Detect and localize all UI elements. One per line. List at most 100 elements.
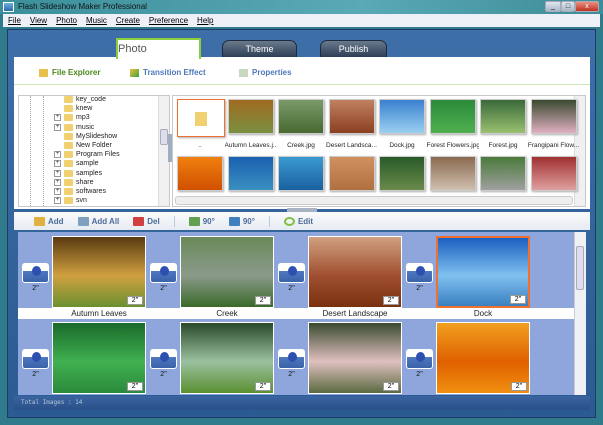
slide-duration[interactable]: 2" <box>255 296 271 305</box>
globe-icon <box>32 266 41 276</box>
slide-duration[interactable]: 2" <box>511 382 527 391</box>
thumbnail-label: Autumn Leaves.j... <box>224 142 277 149</box>
slide[interactable]: 2" <box>180 236 274 308</box>
add-button[interactable]: Add <box>34 216 64 226</box>
image-thumbnail[interactable] <box>177 156 223 191</box>
add-all-button[interactable]: Add All <box>77 216 119 226</box>
expand-icon[interactable]: + <box>54 169 61 177</box>
subtab-file-explorer[interactable]: File Explorer <box>39 68 100 77</box>
expand-icon[interactable]: + <box>54 160 61 168</box>
delete-button[interactable]: Del <box>133 216 160 226</box>
transition-icon[interactable] <box>406 349 433 369</box>
expand-icon[interactable]: + <box>54 151 61 159</box>
image-thumbnail[interactable] <box>429 99 476 134</box>
subtab-label: File Explorer <box>52 68 101 77</box>
menu-view[interactable]: View <box>30 14 47 27</box>
tab-theme[interactable]: Theme <box>222 40 297 58</box>
menu-photo[interactable]: Photo <box>56 14 77 27</box>
slide-duration[interactable]: 2" <box>383 382 399 391</box>
transition-icon[interactable] <box>150 349 177 369</box>
image-thumbnail[interactable] <box>530 99 577 134</box>
menu-preference[interactable]: Preference <box>149 14 188 27</box>
image-thumbnail[interactable] <box>480 99 526 134</box>
slide[interactable]: 2" <box>180 322 274 394</box>
menu-file[interactable]: File <box>8 14 21 27</box>
scroll-thumb[interactable] <box>576 246 584 290</box>
image-thumbnail[interactable] <box>480 156 526 191</box>
storyboard-scrollbar[interactable] <box>574 232 586 395</box>
total-images: Total Images : 14 <box>21 399 83 406</box>
slide[interactable]: 2" <box>52 322 146 394</box>
slide[interactable]: 2" <box>52 236 146 308</box>
thumbnail-label: Forest Flowers.jpg <box>426 142 479 149</box>
folder-icon <box>64 114 73 122</box>
slide[interactable]: 2" <box>308 236 402 308</box>
transition-icon[interactable] <box>22 349 49 369</box>
button-label: 90° <box>202 216 215 226</box>
image-thumbnail[interactable] <box>530 156 577 191</box>
slide-duration[interactable]: 2" <box>383 296 399 305</box>
rotate-right-button[interactable]: 90° <box>228 216 255 226</box>
expand-icon[interactable]: + <box>54 197 61 205</box>
slide[interactable]: 2" <box>436 322 530 394</box>
close-button[interactable]: x <box>575 1 599 12</box>
tab-photo[interactable]: Photo <box>116 38 201 59</box>
folder-icon <box>64 132 73 140</box>
expand-icon[interactable]: + <box>54 114 61 122</box>
subtab-transition-effect[interactable]: Transition Effect <box>130 68 206 77</box>
slide[interactable]: 2" <box>308 322 402 394</box>
delete-icon <box>133 216 145 226</box>
image-thumbnail[interactable] <box>278 99 324 134</box>
expand-icon[interactable]: + <box>54 188 61 195</box>
transition-icon[interactable] <box>278 263 305 283</box>
globe-icon <box>288 352 297 362</box>
menu-help[interactable]: Help <box>197 14 213 27</box>
globe-icon <box>32 352 41 362</box>
transition-duration: 2" <box>32 285 39 292</box>
thumbs-hscrollbar[interactable] <box>175 196 573 205</box>
image-thumbnail[interactable] <box>328 156 375 191</box>
transition-icon[interactable] <box>150 263 177 283</box>
slide-label: Desert Landscape <box>322 309 388 318</box>
subtab-label: Transition Effect <box>143 68 206 77</box>
slide-duration[interactable]: 2" <box>255 382 271 391</box>
image-thumbnail[interactable] <box>278 156 324 191</box>
folder-tree[interactable]: key_code knew + mp3 + music MySlideshow New Fol… <box>18 95 170 207</box>
slide-duration[interactable]: 2" <box>510 295 526 304</box>
transition-icon[interactable] <box>22 263 49 283</box>
image-thumbnail[interactable] <box>379 156 425 191</box>
edit-button[interactable]: Edit <box>283 216 313 226</box>
slide-label: Dock <box>473 309 493 318</box>
folder-icon <box>64 160 73 168</box>
maximize-button[interactable]: □ <box>561 1 575 12</box>
image-thumbnail[interactable] <box>379 99 425 134</box>
rotate-left-button[interactable]: 90° <box>188 216 215 226</box>
expand-icon[interactable]: + <box>54 123 61 131</box>
transition-icon[interactable] <box>406 263 433 283</box>
subtab-properties[interactable]: Properties <box>239 68 292 77</box>
image-thumbnail[interactable] <box>227 156 274 191</box>
tree-node[interactable]: + svn <box>19 195 157 206</box>
folder-icon <box>64 188 73 195</box>
parent-folder-thumb[interactable] <box>177 99 225 137</box>
expand-icon[interactable]: + <box>54 178 61 186</box>
image-thumbnail[interactable] <box>429 156 476 191</box>
scroll-thumb[interactable] <box>160 129 168 145</box>
image-thumbnail[interactable] <box>227 99 274 134</box>
rotate-left-icon <box>188 216 200 226</box>
folder-icon <box>64 169 73 177</box>
thumbnail-label: Desert Landsca... <box>326 142 377 149</box>
tab-publish[interactable]: Publish <box>320 40 387 58</box>
menu-music[interactable]: Music <box>86 14 107 27</box>
folder-icon <box>39 68 48 77</box>
minimize-button[interactable]: _ <box>545 1 561 12</box>
transition-icon[interactable] <box>278 349 305 369</box>
image-thumbnail[interactable] <box>328 99 375 134</box>
globe-icon <box>160 266 169 276</box>
app-icon <box>3 2 14 12</box>
transition-duration: 2" <box>160 285 167 292</box>
slide-duration[interactable]: 2" <box>127 296 143 305</box>
slide[interactable]: 2" <box>436 236 530 308</box>
menu-create[interactable]: Create <box>116 14 140 27</box>
slide-duration[interactable]: 2" <box>127 382 143 391</box>
